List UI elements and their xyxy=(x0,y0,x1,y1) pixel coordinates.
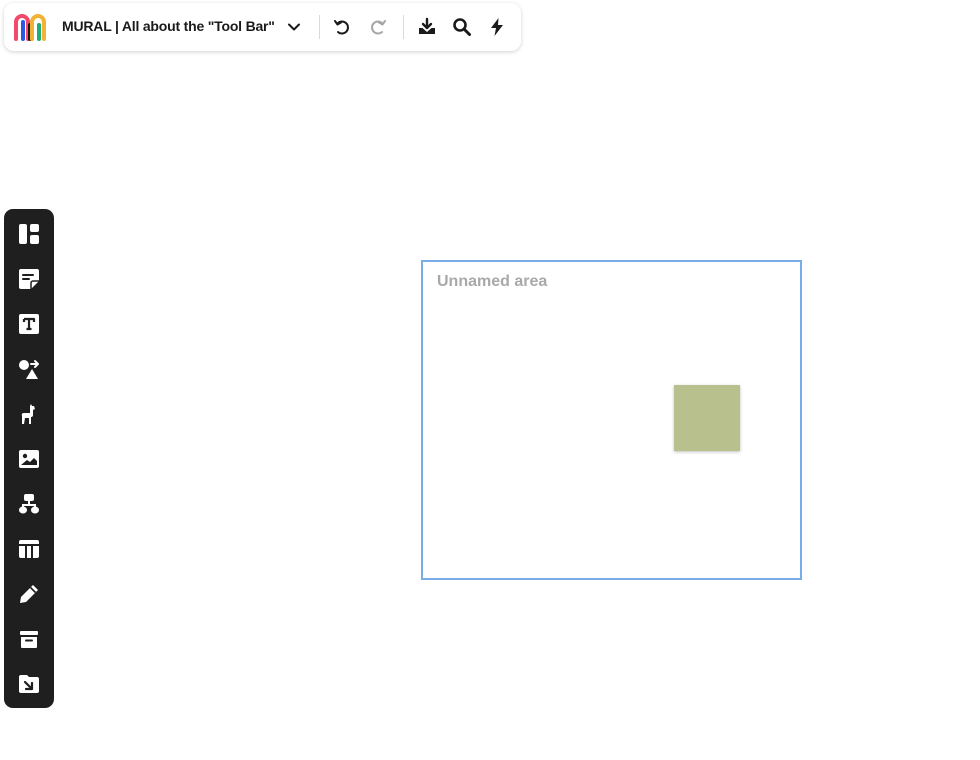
text-icon[interactable] xyxy=(15,310,43,338)
image-icon[interactable] xyxy=(15,445,43,473)
templates-icon[interactable] xyxy=(15,220,43,248)
toolbar-divider xyxy=(403,15,404,39)
diagram-icon[interactable] xyxy=(15,490,43,518)
toolbar-divider xyxy=(319,15,320,39)
top-toolbar: MURAL | All about the "Tool Bar" xyxy=(4,3,521,51)
sticky-note[interactable] xyxy=(674,385,740,451)
title-menu-chevron-down-icon[interactable] xyxy=(282,15,306,39)
mural-title[interactable]: MURAL | All about the "Tool Bar" xyxy=(62,18,275,34)
area-title[interactable]: Unnamed area xyxy=(437,273,547,291)
llama-icon[interactable] xyxy=(15,400,43,428)
redo-icon[interactable] xyxy=(366,15,390,39)
shapes-connectors-icon[interactable] xyxy=(15,355,43,383)
sticky-note-icon[interactable] xyxy=(15,265,43,293)
search-icon[interactable] xyxy=(450,15,474,39)
lightning-icon[interactable] xyxy=(485,15,509,39)
mural-logo-icon[interactable] xyxy=(14,13,48,41)
download-icon[interactable] xyxy=(415,15,439,39)
pencil-icon[interactable] xyxy=(15,580,43,608)
import-icon[interactable] xyxy=(15,670,43,698)
canvas-area[interactable]: Unnamed area xyxy=(421,260,802,580)
undo-icon[interactable] xyxy=(330,15,354,39)
archive-icon[interactable] xyxy=(15,625,43,653)
left-sidebar-toolbar xyxy=(4,209,54,708)
table-icon[interactable] xyxy=(15,535,43,563)
